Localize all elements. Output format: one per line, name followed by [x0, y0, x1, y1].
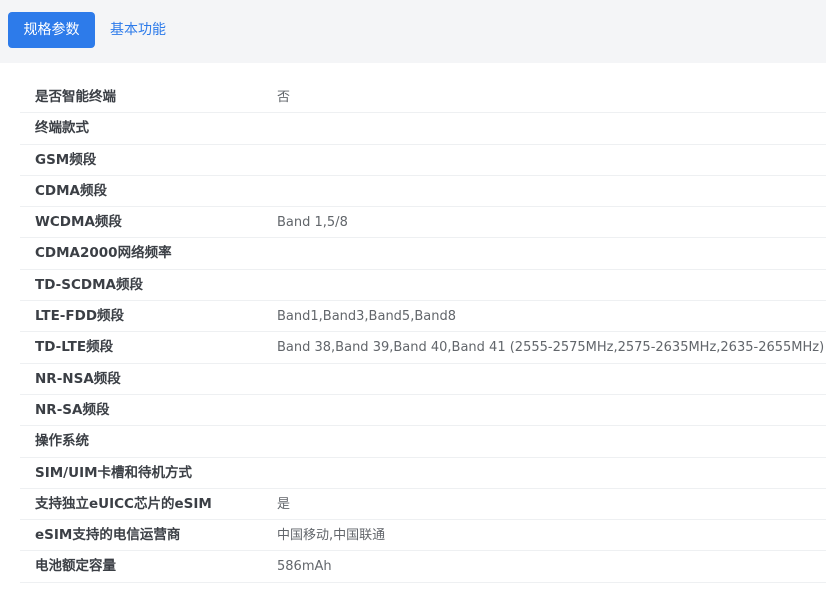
spec-row-battery: 电池额定容量 586mAh [20, 551, 826, 583]
spec-row-esim-carriers: eSIM支持的电信运营商 中国移动,中国联通 [20, 520, 826, 552]
spec-row-td-lte: TD-LTE频段 Band 38,Band 39,Band 40,Band 41… [20, 332, 826, 364]
spec-label: TD-SCDMA频段 [35, 276, 143, 293]
spec-table: 是否智能终端 否 终端款式 GSM频段 CDMA频段 WCDMA频段 Band … [20, 82, 826, 583]
spec-row-td-scdma: TD-SCDMA频段 [20, 270, 826, 302]
spec-row-sim-slot: SIM/UIM卡槽和待机方式 [20, 458, 826, 489]
tab-specs[interactable]: 规格参数 [8, 12, 95, 48]
spec-row-gsm: GSM频段 [20, 145, 826, 176]
spec-label: GSM频段 [35, 151, 97, 168]
spec-row-esim-euicc: 支持独立eUICC芯片的eSIM 是 [20, 489, 826, 521]
spec-value: 否 [277, 90, 291, 105]
spec-value: 中国移动,中国联通 [277, 528, 386, 544]
spec-row-os: 操作系统 [20, 426, 826, 458]
spec-value: 是 [277, 496, 291, 512]
spec-label: 电池额定容量 [35, 558, 116, 575]
spec-row-nr-sa: NR-SA频段 [20, 395, 826, 427]
spec-value: Band1,Band3,Band5,Band8 [277, 309, 456, 325]
spec-label: 支持独立eUICC芯片的eSIM [35, 495, 212, 512]
spec-row-wcdma: WCDMA频段 Band 1,5/8 [20, 207, 826, 239]
spec-label: 操作系统 [35, 433, 89, 450]
spec-label: 是否智能终端 [35, 89, 116, 105]
spec-label: NR-NSA频段 [35, 370, 121, 387]
spec-row-cdma: CDMA频段 [20, 176, 826, 208]
spec-label: WCDMA频段 [35, 214, 122, 231]
spec-label: CDMA2000网络频率 [35, 245, 172, 262]
spec-row-terminal-style: 终端款式 [20, 113, 826, 145]
spec-label: TD-LTE频段 [35, 339, 114, 356]
spec-row-cdma2000: CDMA2000网络频率 [20, 238, 826, 270]
tab-bar: 规格参数 基本功能 [0, 0, 826, 63]
spec-value: 586mAh [277, 559, 332, 575]
spec-label: SIM/UIM卡槽和待机方式 [35, 464, 193, 481]
spec-label: 终端款式 [35, 120, 89, 137]
spec-row-lte-fdd: LTE-FDD频段 Band1,Band3,Band5,Band8 [20, 301, 826, 333]
spec-label: NR-SA频段 [35, 401, 110, 418]
spec-row-smart-terminal: 是否智能终端 否 [20, 82, 826, 114]
spec-value: Band 1,5/8 [277, 215, 348, 231]
tab-basic-features[interactable]: 基本功能 [110, 12, 166, 48]
spec-label: LTE-FDD频段 [35, 308, 125, 325]
spec-value: Band 38,Band 39,Band 40,Band 41 (2555-25… [277, 340, 825, 356]
spec-label: CDMA频段 [35, 182, 107, 199]
spec-row-nr-nsa: NR-NSA频段 [20, 364, 826, 395]
spec-label: eSIM支持的电信运营商 [35, 527, 181, 544]
